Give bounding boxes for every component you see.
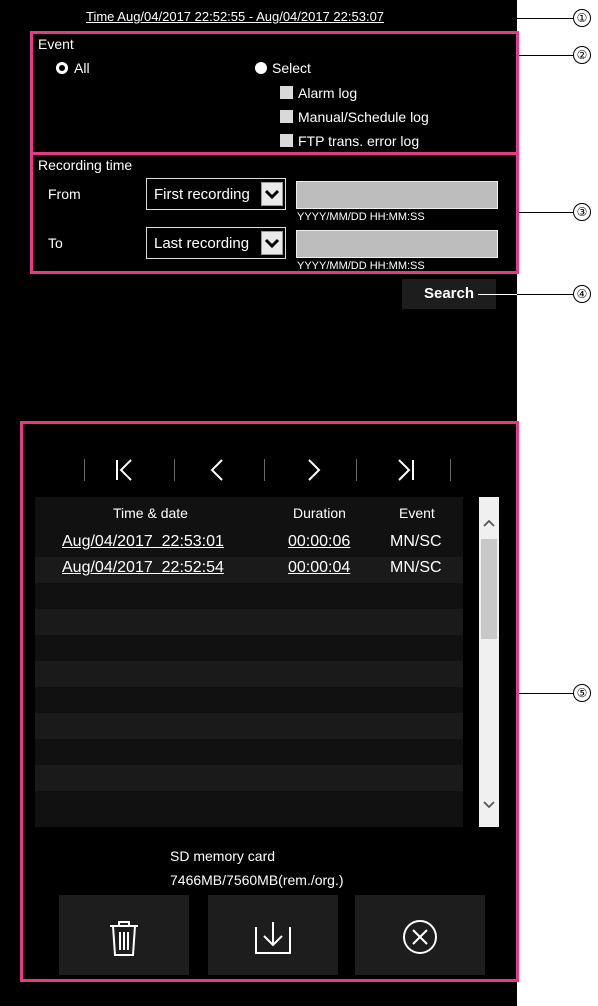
header-duration: Duration — [293, 505, 346, 521]
event-all-radio[interactable] — [56, 61, 68, 79]
table-row[interactable]: Aug/04/2017 22:52:54 00:00:04 MN/SC — [35, 557, 463, 583]
chevron-down-icon — [261, 231, 283, 255]
row-duration-link[interactable]: 00:00:06 — [288, 533, 350, 551]
event-section — [30, 31, 519, 155]
table-row[interactable]: Aug/04/2017 22:53:01 00:00:06 MN/SC — [35, 531, 463, 557]
table-row — [35, 791, 463, 817]
table-row — [35, 609, 463, 635]
callout-line-5 — [519, 693, 573, 694]
table-row — [35, 583, 463, 609]
callout-3: ③ — [573, 203, 591, 221]
event-title: Event — [38, 36, 74, 52]
to-datetime-input[interactable] — [296, 230, 498, 258]
callout-line-1 — [496, 18, 573, 19]
header-time-date: Time & date — [113, 505, 188, 521]
manual-schedule-log-label: Manual/Schedule log — [298, 109, 429, 125]
to-select[interactable]: Last recording — [146, 227, 286, 259]
callout-5: ⑤ — [573, 684, 591, 702]
from-select[interactable]: First recording — [146, 178, 286, 210]
callout-line-2 — [519, 55, 573, 56]
chevron-down-icon — [261, 182, 283, 206]
callout-line-3 — [519, 212, 573, 213]
manual-schedule-log-checkbox[interactable] — [280, 110, 293, 128]
header-event: Event — [399, 505, 435, 521]
download-button[interactable] — [208, 895, 338, 975]
table-row — [35, 739, 463, 765]
alarm-log-label: Alarm log — [298, 85, 358, 101]
event-all-label: All — [74, 60, 90, 76]
table-row — [35, 765, 463, 791]
storage-capacity: 7466MB/7560MB(rem./org.) — [170, 872, 344, 888]
row-event: MN/SC — [390, 533, 442, 550]
pagination-bar — [84, 455, 456, 487]
time-range-link[interactable]: Time Aug/04/2017 22:52:55 - Aug/04/2017 … — [86, 9, 384, 24]
table-row — [35, 635, 463, 661]
prev-page-icon[interactable] — [207, 457, 227, 488]
to-label: To — [48, 235, 63, 251]
ftp-error-log-label: FTP trans. error log — [298, 133, 420, 149]
radio-unchecked-icon — [255, 62, 267, 74]
from-format-hint: YYYY/MM/DD HH:MM:SS — [297, 211, 425, 223]
callout-line-4b — [517, 294, 573, 295]
storage-name: SD memory card — [170, 848, 276, 864]
row-duration-link[interactable]: 00:00:04 — [288, 559, 350, 577]
table-scrollbar[interactable] — [479, 497, 499, 827]
row-time-link[interactable]: Aug/04/2017 22:53:01 — [62, 533, 224, 551]
last-page-icon[interactable] — [396, 457, 416, 488]
cancel-button[interactable] — [355, 895, 485, 975]
trash-icon — [110, 921, 138, 956]
first-page-icon[interactable] — [114, 457, 134, 488]
event-select-radio[interactable] — [255, 61, 267, 79]
from-datetime-input[interactable] — [296, 181, 498, 209]
table-row — [35, 687, 463, 713]
alarm-log-checkbox[interactable] — [280, 86, 293, 104]
from-label: From — [48, 186, 81, 202]
recorded-list-panel: Time Aug/04/2017 22:52:55 - Aug/04/2017 … — [0, 0, 519, 1006]
delete-button[interactable] — [59, 895, 189, 975]
row-event: MN/SC — [390, 559, 442, 576]
row-time-link[interactable]: Aug/04/2017 22:52:54 — [62, 559, 224, 577]
radio-checked-icon — [56, 62, 68, 74]
scroll-down-icon[interactable] — [483, 797, 495, 815]
table-row — [35, 713, 463, 739]
to-format-hint: YYYY/MM/DD HH:MM:SS — [297, 260, 425, 272]
callout-2: ② — [573, 46, 591, 64]
callout-1: ① — [573, 9, 591, 27]
download-icon — [255, 922, 291, 954]
recording-time-title: Recording time — [38, 157, 133, 173]
scroll-up-icon[interactable] — [483, 515, 495, 533]
next-page-icon[interactable] — [304, 457, 324, 488]
table-row — [35, 661, 463, 687]
scroll-thumb[interactable] — [481, 539, 497, 639]
event-select-label: Select — [272, 60, 311, 76]
close-circle-icon — [403, 920, 437, 954]
callout-4: ④ — [573, 285, 591, 303]
ftp-error-log-checkbox[interactable] — [280, 134, 293, 152]
